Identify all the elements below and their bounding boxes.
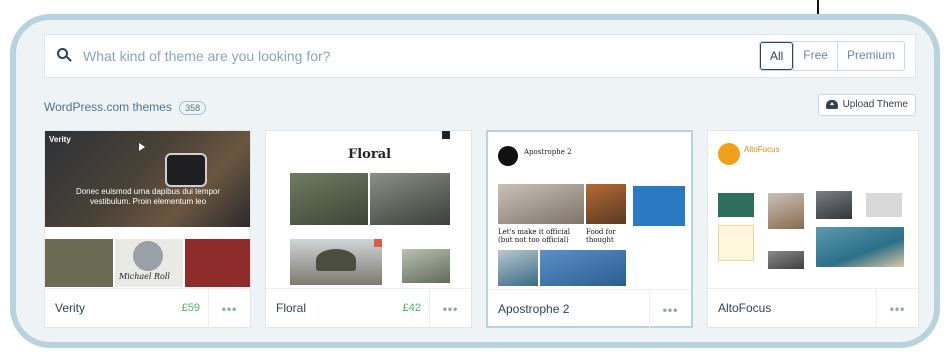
preview-hero-text: Donec euismod urna dapibus dui tempor ve…	[75, 187, 221, 206]
play-icon	[139, 143, 145, 151]
preview-logo: Floral	[348, 147, 392, 162]
theme-info: Apostrophe 2 •••	[488, 289, 691, 330]
search-icon	[57, 48, 73, 64]
theme-name[interactable]: Floral	[276, 301, 306, 315]
preview-logo: Apostrophe 2	[524, 148, 572, 156]
preview-tag	[374, 239, 382, 247]
preview-tile	[498, 250, 538, 286]
preview-tile	[586, 184, 626, 224]
preview-tile	[718, 225, 754, 261]
preview-tile	[866, 193, 902, 217]
mug-graphic	[165, 153, 207, 187]
price-filter: All Free Premium	[758, 41, 905, 71]
preview-tile	[633, 186, 685, 226]
theme-info: Verity £59 •••	[45, 288, 250, 329]
preview-tile	[768, 193, 804, 229]
tree-graphic	[316, 249, 356, 271]
preview-tile	[816, 227, 904, 267]
theme-price: £59	[181, 302, 200, 314]
theme-preview-verity[interactable]: Verity Donec euismod urna dapibus dui te…	[45, 131, 250, 287]
preview-tile	[718, 193, 754, 217]
preview-tile	[540, 250, 626, 286]
preview-logo: AltoFocus	[744, 145, 780, 154]
theme-more-button[interactable]: •••	[649, 290, 691, 330]
theme-count-badge: 358	[179, 101, 207, 115]
preview-post-title: Let's make it official (but not too offi…	[498, 228, 571, 244]
theme-search-bar: All Free Premium	[44, 34, 916, 78]
ellipsis-icon: •••	[221, 302, 238, 316]
preview-tile	[370, 173, 450, 225]
theme-more-button[interactable]: •••	[876, 289, 918, 329]
theme-info: Floral £42 •••	[266, 288, 471, 329]
preview-tile	[290, 173, 368, 225]
portrait-graphic	[133, 241, 163, 271]
section-title: WordPress.com themes 358	[44, 100, 207, 115]
hero-image	[45, 131, 250, 227]
cloud-upload-icon	[825, 100, 838, 109]
preview-tile	[816, 191, 852, 219]
theme-card-altofocus[interactable]: AltoFocus AltoFocus •••	[707, 130, 919, 329]
filter-premium[interactable]: Premium	[836, 42, 904, 70]
theme-preview-floral[interactable]: Floral	[266, 131, 471, 287]
preview-logo: Verity	[49, 135, 71, 144]
preview-tile	[45, 239, 113, 287]
preview-signature: Michael Roll	[119, 272, 170, 281]
theme-name[interactable]: AltoFocus	[718, 301, 771, 315]
ellipsis-icon: •••	[662, 303, 679, 317]
preview-avatar	[498, 146, 518, 166]
theme-price: £42	[402, 302, 421, 314]
ellipsis-icon: •••	[889, 302, 906, 316]
theme-name[interactable]: Apostrophe 2	[498, 302, 569, 316]
theme-preview-altofocus[interactable]: AltoFocus	[708, 131, 918, 287]
section-header: WordPress.com themes 358 Upload Theme	[44, 94, 916, 118]
search-input[interactable]	[83, 48, 759, 64]
theme-more-button[interactable]: •••	[208, 289, 250, 329]
filter-all[interactable]: All	[759, 42, 794, 70]
theme-info: AltoFocus •••	[708, 288, 918, 329]
theme-preview-apostrophe-2[interactable]: Apostrophe 2 Let's make it official (but…	[488, 132, 691, 288]
upload-theme-label: Upload Theme	[842, 99, 908, 110]
preview-tile	[185, 239, 250, 287]
theme-card-apostrophe-2[interactable]: Apostrophe 2 Let's make it official (but…	[486, 130, 693, 330]
preview-tile	[402, 249, 450, 283]
preview-tile	[498, 184, 584, 224]
ellipsis-icon: •••	[442, 302, 459, 316]
preview-tile	[768, 251, 804, 269]
preview-post-title: Food for thought	[586, 228, 616, 244]
theme-card-verity[interactable]: Verity Donec euismod urna dapibus dui te…	[44, 130, 251, 329]
theme-name[interactable]: Verity	[55, 301, 85, 315]
theme-card-floral[interactable]: Floral Floral £42 •••	[265, 130, 472, 329]
themes-panel: All Free Premium WordPress.com themes 35…	[10, 14, 940, 348]
theme-more-button[interactable]: •••	[429, 289, 471, 329]
menu-box	[442, 131, 450, 139]
preview-avatar	[718, 143, 740, 165]
upload-theme-button[interactable]: Upload Theme	[817, 94, 916, 116]
filter-free[interactable]: Free	[793, 42, 837, 70]
section-title-text: WordPress.com themes	[44, 100, 172, 114]
